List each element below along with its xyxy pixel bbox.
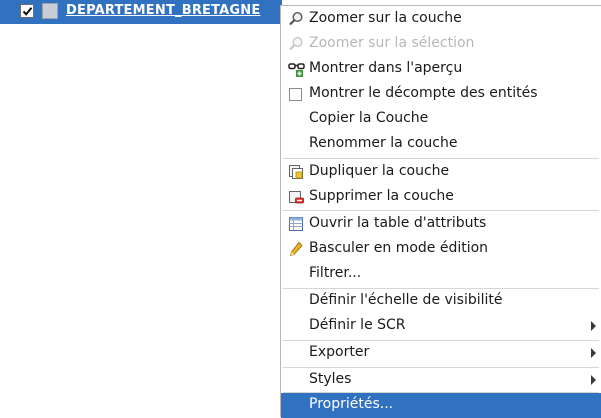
menu-item-set-scale-visibility[interactable]: Définir l'échelle de visibilité	[281, 289, 601, 314]
menu-item-open-attribute-table[interactable]: Ouvrir la table d'attributs	[281, 212, 601, 237]
menu-item-label: Propriétés...	[309, 396, 394, 412]
layer-style-swatch	[42, 3, 58, 19]
remove-layer-icon	[288, 189, 304, 205]
menu-item-copy-layer[interactable]: Copier la Couche	[281, 107, 601, 132]
checkmark-icon	[22, 7, 33, 16]
menu-item-toggle-editing[interactable]: Basculer en mode édition	[281, 237, 601, 262]
checkbox-icon	[288, 86, 304, 102]
menu-item-rename-layer[interactable]: Renommer la couche	[281, 132, 601, 157]
menu-item-label: Zoomer sur la sélection	[309, 35, 475, 51]
menu-item-label: Supprimer la couche	[309, 188, 454, 204]
layer-row-departement-bretagne[interactable]: DEPARTEMENT_BRETAGNE	[0, 0, 282, 24]
menu-item-show-feature-count[interactable]: Montrer le décompte des entités	[281, 82, 601, 107]
submenu-arrow-icon	[591, 321, 596, 331]
layer-visibility-checkbox[interactable]	[20, 4, 34, 18]
menu-item-remove-layer[interactable]: Supprimer la couche	[281, 185, 601, 210]
menu-item-label: Zoomer sur la couche	[309, 10, 462, 26]
menu-item-styles[interactable]: Styles	[281, 368, 601, 393]
pencil-icon	[288, 241, 304, 257]
duplicate-layer-icon	[288, 164, 304, 180]
menu-item-label: Ouvrir la table d'attributs	[309, 215, 487, 231]
menu-separator	[283, 210, 599, 211]
menu-item-duplicate-layer[interactable]: Dupliquer la couche	[281, 160, 601, 185]
menu-item-filter[interactable]: Filtrer...	[281, 262, 601, 287]
menu-item-set-crs[interactable]: Définir le SCR	[281, 314, 601, 339]
menu-item-label: Montrer dans l'aperçu	[309, 60, 463, 76]
menu-item-label: Dupliquer la couche	[309, 163, 450, 179]
menu-item-properties[interactable]: Propriétés...	[281, 393, 601, 418]
magnifier-icon	[288, 36, 304, 52]
menu-item-label: Filtrer...	[309, 265, 362, 281]
menu-separator	[283, 158, 599, 159]
table-icon	[288, 216, 304, 232]
submenu-arrow-icon	[591, 375, 596, 385]
menu-item-zoom-to-selection[interactable]: Zoomer sur la sélection	[281, 32, 601, 57]
menu-item-label: Définir le SCR	[309, 317, 406, 333]
magnifier-icon	[288, 11, 304, 27]
menu-item-label: Exporter	[309, 344, 370, 360]
menu-item-label: Renommer la couche	[309, 135, 458, 151]
menu-item-label: Copier la Couche	[309, 110, 429, 126]
submenu-arrow-icon	[591, 348, 596, 358]
menu-item-show-in-overview[interactable]: Montrer dans l'aperçu	[281, 57, 601, 82]
menu-item-export[interactable]: Exporter	[281, 341, 601, 366]
glasses-icon	[288, 61, 305, 77]
menu-item-label: Basculer en mode édition	[309, 240, 489, 256]
layer-name: DEPARTEMENT_BRETAGNE	[66, 3, 261, 18]
layer-context-menu: Zoomer sur la couche Zoomer sur la sélec…	[280, 5, 601, 418]
menu-item-label: Montrer le décompte des entités	[309, 85, 538, 101]
menu-item-label: Styles	[309, 371, 352, 387]
menu-item-zoom-to-layer[interactable]: Zoomer sur la couche	[281, 7, 601, 32]
menu-item-label: Définir l'échelle de visibilité	[309, 292, 503, 308]
